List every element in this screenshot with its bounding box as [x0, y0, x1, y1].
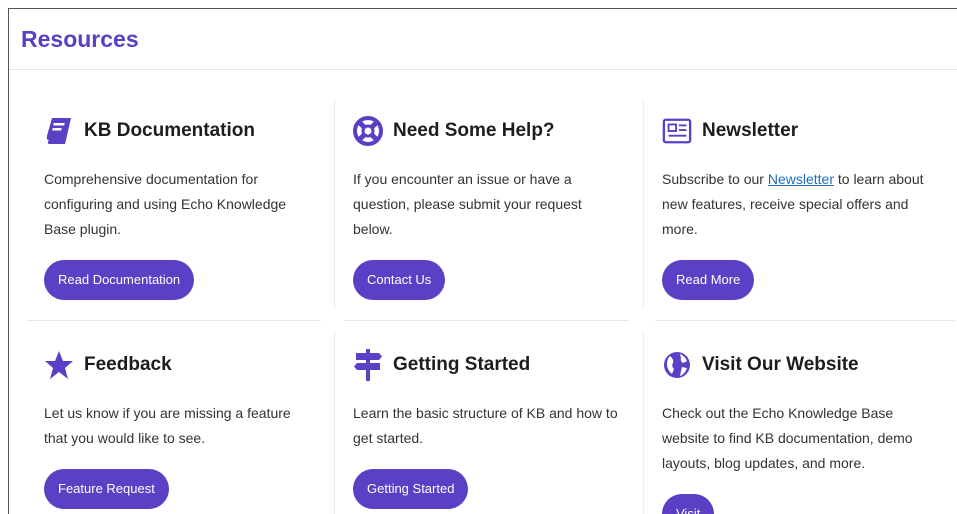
divider — [643, 99, 644, 309]
divider — [334, 331, 335, 514]
read-documentation-button[interactable]: Read Documentation — [44, 260, 195, 300]
getting-started-button[interactable]: Getting Started — [353, 469, 469, 509]
card-visit-website: Visit Our Website Check out the Echo Kno… — [662, 345, 932, 514]
resources-grid: KB Documentation Comprehensive documenta… — [9, 69, 957, 514]
card-title: Newsletter — [702, 120, 799, 141]
card-description: Learn the basic structure of KB and how … — [353, 405, 618, 446]
card-newsletter: Newsletter Subscribe to our Newsletter t… — [662, 111, 944, 300]
feature-request-button[interactable]: Feature Request — [44, 469, 169, 509]
resources-panel: Resources KB Documentation Comprehensive… — [8, 8, 957, 514]
divider — [643, 331, 644, 514]
card-description: Comprehensive documentation for configur… — [44, 171, 287, 237]
book-icon — [44, 116, 74, 146]
newspaper-icon — [662, 116, 692, 146]
card-title: Feedback — [84, 354, 172, 375]
card-getting-started: Getting Started Learn the basic structur… — [353, 345, 633, 509]
divider — [27, 320, 321, 321]
card-title: Need Some Help? — [393, 120, 555, 141]
contact-us-button[interactable]: Contact Us — [353, 260, 446, 300]
card-title: KB Documentation — [84, 120, 255, 141]
star-icon — [44, 350, 74, 380]
card-description: Subscribe to our Newsletter to learn abo… — [662, 171, 924, 237]
signpost-icon — [353, 349, 383, 381]
divider — [334, 99, 335, 309]
card-description: If you encounter an issue or have a ques… — [353, 171, 582, 237]
read-more-button[interactable]: Read More — [662, 260, 755, 300]
card-kb-documentation: KB Documentation Comprehensive documenta… — [44, 111, 314, 300]
page-title: Resources — [21, 25, 139, 52]
globe-icon — [662, 350, 692, 380]
divider — [655, 320, 955, 321]
lifebuoy-icon — [353, 116, 383, 146]
resources-header: Resources — [9, 9, 957, 70]
card-title: Visit Our Website — [702, 354, 859, 375]
visit-button[interactable]: Visit — [662, 494, 715, 514]
newsletter-link[interactable]: Newsletter — [768, 171, 834, 187]
card-title: Getting Started — [393, 354, 531, 375]
divider — [345, 320, 629, 321]
card-description: Let us know if you are missing a feature… — [44, 405, 291, 446]
card-feedback: Feedback Let us know if you are missing … — [44, 345, 314, 509]
card-description: Check out the Echo Knowledge Base websit… — [662, 405, 913, 471]
card-need-help: Need Some Help? If you encounter an issu… — [353, 111, 623, 300]
